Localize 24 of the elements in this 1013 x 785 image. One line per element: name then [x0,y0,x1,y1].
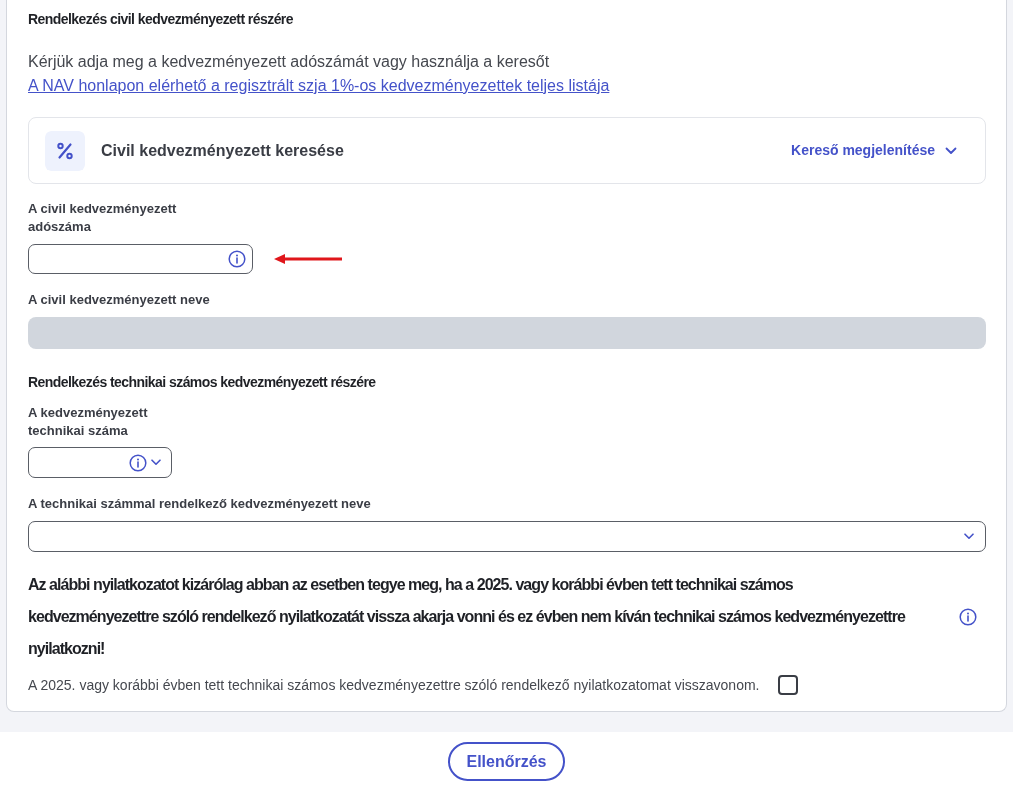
withdraw-checkbox[interactable] [777,675,798,695]
beneficiary-list-link[interactable]: A NAV honlapon elérhető a regisztrált szja 1%-os kedvezményezettek teljes listája [28,77,610,94]
section-heading: Rendelkezés civil kedvezményezett részére [28,10,294,29]
beneficiary-name-select[interactable] [28,521,986,552]
pointer-arrow [274,254,342,264]
field-label: A kedvezményezett technikai száma [28,404,149,440]
tax-number-field[interactable] [28,244,253,274]
chevron-down-icon [151,459,161,466]
search-panel-title: Civil kedvezményezett keresése [101,140,344,161]
chevron-down-icon [964,533,974,540]
info-icon[interactable] [959,608,977,626]
field-label: A technikai számmal rendelkező kedvezményezett neve [28,495,372,513]
show-search-toggle[interactable]: Kereső megjelenítése [791,140,957,161]
check-button[interactable]: Ellenőrzés [448,742,565,781]
section-heading: Rendelkezés technikai számos kedvezményezett részére [28,373,377,392]
field-label: A civil kedvezményezett adószáma [28,200,178,236]
intro-text: Kérjük adja meg a kedvezményezett adószámát vagy használja a keresőt [28,52,551,72]
info-icon[interactable] [129,453,147,472]
checkbox-label: A 2025. vagy korábbi évben tett technikai számos kedvezményezettre szóló rendelkező nyilatkozatomat visszavonom. [28,676,760,695]
technical-number-select[interactable] [28,447,172,478]
percent-icon [45,130,85,171]
info-icon[interactable] [228,250,246,268]
withdrawal-notice: Az alábbi nyilatkozatot kizárólag abban az esetben tegye meg, ha a 2025. vagy korábbi évben tett technikai számos kedvezményezettre szóló rendelkező nyilatkozatát vissza akarja vonni és ez évben nem kíván technikai számos kedvezményezettre nyilatkozni! [28,575,907,659]
field-label: A civil kedvezményezett neve [28,291,211,309]
